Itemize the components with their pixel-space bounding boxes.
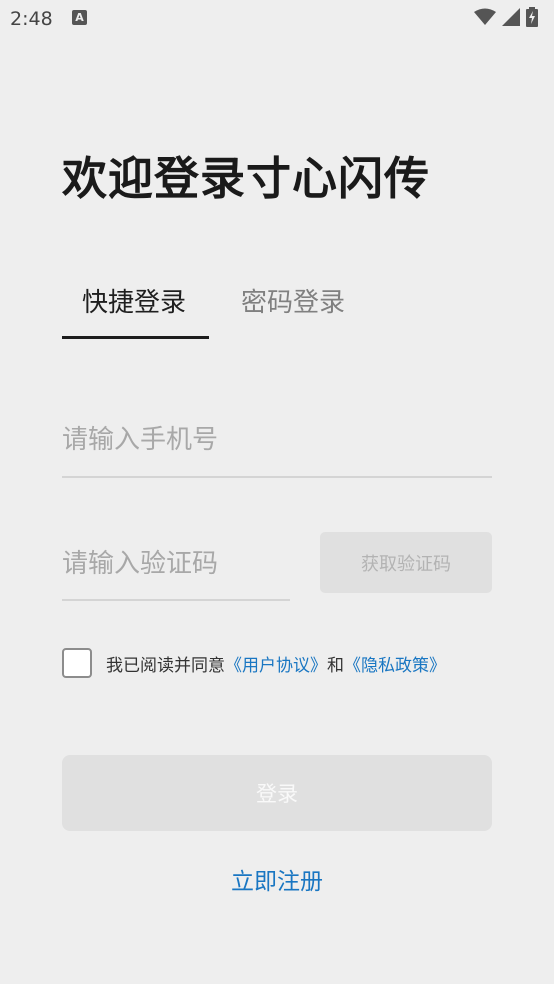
agreement-checkbox[interactable] [62, 648, 92, 678]
tab-indicator [62, 336, 209, 339]
agreement-prefix: 我已阅读并同意 [106, 656, 225, 676]
user-agreement-link[interactable]: 《用户协议》 [225, 656, 327, 676]
code-input-underline [62, 599, 290, 601]
page-title: 欢迎登录寸心闪传 [62, 152, 431, 205]
get-code-button[interactable]: 获取验证码 [320, 532, 492, 593]
tab-password-login[interactable]: 密码登录 [241, 282, 345, 319]
status-time: 2:48 [10, 8, 53, 30]
battery-charging-icon [526, 7, 538, 27]
cellular-signal-icon [502, 8, 520, 26]
privacy-policy-link[interactable]: 《隐私政策》 [344, 656, 446, 676]
register-link[interactable]: 立即注册 [0, 862, 554, 896]
wifi-icon [474, 8, 496, 25]
text-a-icon: A [72, 10, 87, 25]
phone-input-underline [62, 476, 492, 478]
agreement-and: 和 [327, 656, 344, 676]
tab-quick-login[interactable]: 快捷登录 [82, 282, 186, 319]
agreement-text: 我已阅读并同意《用户协议》和《隐私政策》 [106, 651, 446, 676]
login-button[interactable]: 登录 [62, 755, 492, 831]
verification-code-input[interactable] [62, 544, 288, 584]
status-icons [474, 7, 538, 27]
phone-input[interactable] [62, 420, 490, 460]
